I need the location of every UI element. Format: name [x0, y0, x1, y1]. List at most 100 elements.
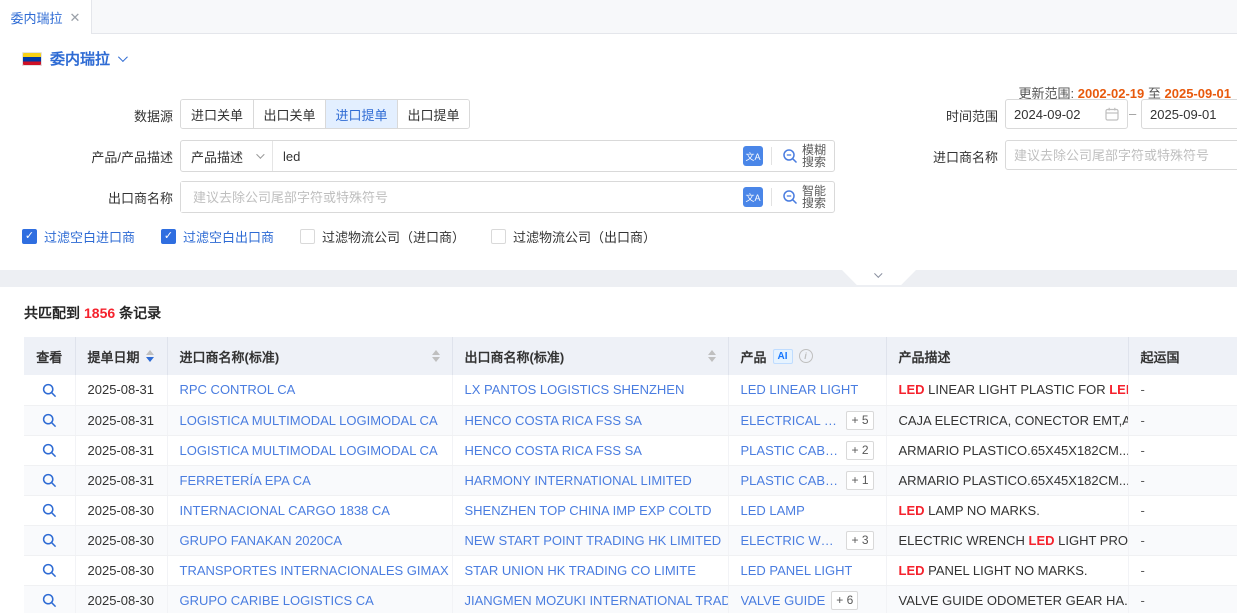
product-search-input[interactable] [273, 141, 743, 171]
tab-bar: 委内瑞拉 ✕ [0, 0, 1237, 34]
view-record-button[interactable] [42, 563, 57, 578]
product-tag-link[interactable]: ELECTRIC WREN... [741, 533, 841, 548]
view-record-button[interactable] [42, 383, 57, 398]
table-row: 2025-08-30GRUPO CARIBE LOGISTICS CAJIANG… [24, 585, 1237, 613]
origin-country: - [1128, 495, 1237, 525]
checkbox-checked-icon[interactable]: ✓ [22, 229, 37, 244]
importer-name-link[interactable]: INTERNACIONAL CARGO 1838 CA [180, 503, 390, 518]
tab-venezuela[interactable]: 委内瑞拉 ✕ [0, 0, 92, 34]
checkbox-icon[interactable] [491, 229, 506, 244]
filter-checkbox-2[interactable]: 过滤物流公司（进口商） [300, 227, 465, 246]
info-icon[interactable]: i [799, 349, 813, 363]
importer-name-link[interactable]: RPC CONTROL CA [180, 382, 296, 397]
checkbox-label: 过滤空白进口商 [44, 227, 135, 246]
importer-name-link[interactable]: LOGISTICA MULTIMODAL LOGIMODAL CA [180, 413, 438, 428]
exporter-name-input[interactable] [181, 182, 743, 212]
importer-name-link[interactable]: GRUPO FANAKAN 2020CA [180, 533, 343, 548]
table-body: 2025-08-31 RPC CONTROL CA LX PANTOS LOGIST… [24, 375, 1237, 613]
product-tag-link[interactable]: LED LINEAR LIGHT [741, 382, 859, 397]
product-extra-count-badge[interactable]: + 3 [846, 531, 873, 550]
table-row: 2025-08-31 LOGISTICA MULTIMODAL LOGIMODAL… [24, 435, 1237, 465]
panel-background-strip [0, 270, 1237, 287]
sort-importer-button[interactable] [432, 350, 440, 362]
importer-name-input[interactable] [1006, 141, 1237, 169]
exporter-name-link[interactable]: HENCO COSTA RICA FSS SA [465, 413, 642, 428]
view-record-button[interactable] [42, 443, 57, 458]
close-icon[interactable]: ✕ [70, 11, 81, 24]
filter-checkbox-row: ✓ 过滤空白进口商 ✓过滤空白出口商 过滤物流公司（进口商） 过滤物流公司（出口商） [22, 227, 656, 246]
search-icon [782, 148, 798, 164]
view-record-button[interactable] [42, 503, 57, 518]
filter-checkbox-0[interactable]: ✓ 过滤空白进口商 [22, 227, 135, 246]
view-record-button[interactable] [42, 473, 57, 488]
product-tag-link[interactable]: LED LAMP [741, 503, 805, 518]
importer-name-link[interactable]: GRUPO CARIBE LOGISTICS CA [180, 593, 374, 608]
filter-checkbox-3[interactable]: 过滤物流公司（出口商） [491, 227, 656, 246]
date-range-separator: – [1129, 106, 1136, 121]
product-extra-count-badge[interactable]: + 2 [846, 441, 873, 460]
exporter-name-link[interactable]: LX PANTOS LOGISTICS SHENZHEN [465, 382, 685, 397]
bl-date: 2025-08-30 [75, 555, 167, 585]
results-suffix: 条记录 [119, 305, 161, 321]
calendar-icon[interactable] [1105, 107, 1119, 121]
translate-icon[interactable]: 文A [743, 187, 763, 207]
exporter-name-link[interactable]: JIANGMEN MOZUKI INTERNATIONAL TRADE [465, 593, 729, 608]
col-header-view: 查看 [24, 337, 75, 375]
origin-country: - [1128, 375, 1237, 405]
records-table: 查看 提单日期 进口商名称(标准) 出口商名称(标准) [24, 337, 1237, 613]
data-source-option-0[interactable]: 进口关单 [181, 100, 253, 128]
venezuela-flag-icon [22, 52, 42, 66]
checkbox-icon[interactable] [300, 229, 315, 244]
view-record-button[interactable] [42, 533, 57, 548]
product-description: ARMARIO PLASTICO.65X45X182CM.... [886, 465, 1128, 495]
product-extra-count-badge[interactable]: + 1 [846, 471, 873, 490]
importer-name-link[interactable]: FERRETERÍA EPA CA [180, 473, 311, 488]
view-record-button[interactable] [42, 593, 57, 608]
chevron-down-icon[interactable] [118, 52, 128, 62]
product-extra-count-badge[interactable]: + 6 [831, 591, 858, 610]
date-end-input[interactable] [1142, 100, 1237, 128]
date-start-input[interactable] [1006, 100, 1105, 128]
importer-input-box[interactable] [1005, 140, 1237, 170]
product-tag-link[interactable]: PLASTIC CABINET [741, 473, 841, 488]
product-description: LED LINEAR LIGHT PLASTIC FOR LED... [886, 375, 1128, 405]
product-description: LED PANEL LIGHT NO MARKS. [886, 555, 1128, 585]
product-extra-count-badge[interactable]: + 5 [846, 411, 873, 430]
origin-country: - [1128, 465, 1237, 495]
view-record-button[interactable] [42, 413, 57, 428]
data-source-option-3[interactable]: 出口提单 [397, 100, 469, 128]
exporter-name-link[interactable]: SHENZHEN TOP CHINA IMP EXP COLTD [465, 503, 712, 518]
results-count-line: 共匹配到1856条记录 [24, 303, 161, 323]
bl-date: 2025-08-31 [75, 465, 167, 495]
product-tag-link[interactable]: PLASTIC CABINET [741, 443, 841, 458]
exporter-name-link[interactable]: HARMONY INTERNATIONAL LIMITED [465, 473, 692, 488]
col-header-importer: 进口商名称(标准) [167, 337, 452, 375]
translate-icon[interactable]: 文A [743, 146, 763, 166]
sort-date-button[interactable] [146, 350, 154, 362]
importer-name-link[interactable]: TRANSPORTES INTERNACIONALES GIMAX D [180, 563, 453, 578]
filter-checkbox-1[interactable]: ✓过滤空白出口商 [161, 227, 274, 246]
bl-date: 2025-08-31 [75, 435, 167, 465]
smart-search-button[interactable]: 智能 搜索 [772, 182, 834, 212]
data-source-segmented: 进口关单出口关单进口提单出口提单 [180, 99, 470, 129]
data-source-option-2[interactable]: 进口提单 [325, 100, 397, 128]
exporter-name-link[interactable]: NEW START POINT TRADING HK LIMITED [465, 533, 722, 548]
results-count: 1856 [80, 305, 119, 321]
product-tag-link[interactable]: VALVE GUIDE [741, 593, 826, 608]
importer-name-link[interactable]: LOGISTICA MULTIMODAL LOGIMODAL CA [180, 443, 438, 458]
data-source-option-1[interactable]: 出口关单 [253, 100, 325, 128]
country-name: 委内瑞拉 [50, 48, 110, 69]
exporter-name-link[interactable]: HENCO COSTA RICA FSS SA [465, 443, 642, 458]
date-end-input-box[interactable] [1141, 99, 1237, 129]
origin-country: - [1128, 585, 1237, 613]
exporter-name-link[interactable]: STAR UNION HK TRADING CO LIMITE [465, 563, 696, 578]
date-start-input-box[interactable] [1005, 99, 1128, 129]
col-header-date-label: 提单日期 [88, 347, 140, 366]
col-header-date: 提单日期 [75, 337, 167, 375]
product-field-select[interactable]: 产品描述 [181, 141, 273, 171]
product-tag-link[interactable]: ELECTRICAL BOX [741, 413, 841, 428]
checkbox-checked-icon[interactable]: ✓ [161, 229, 176, 244]
sort-exporter-button[interactable] [708, 350, 716, 362]
country-header[interactable]: 委内瑞拉 [22, 48, 125, 69]
product-tag-link[interactable]: LED PANEL LIGHT [741, 563, 853, 578]
